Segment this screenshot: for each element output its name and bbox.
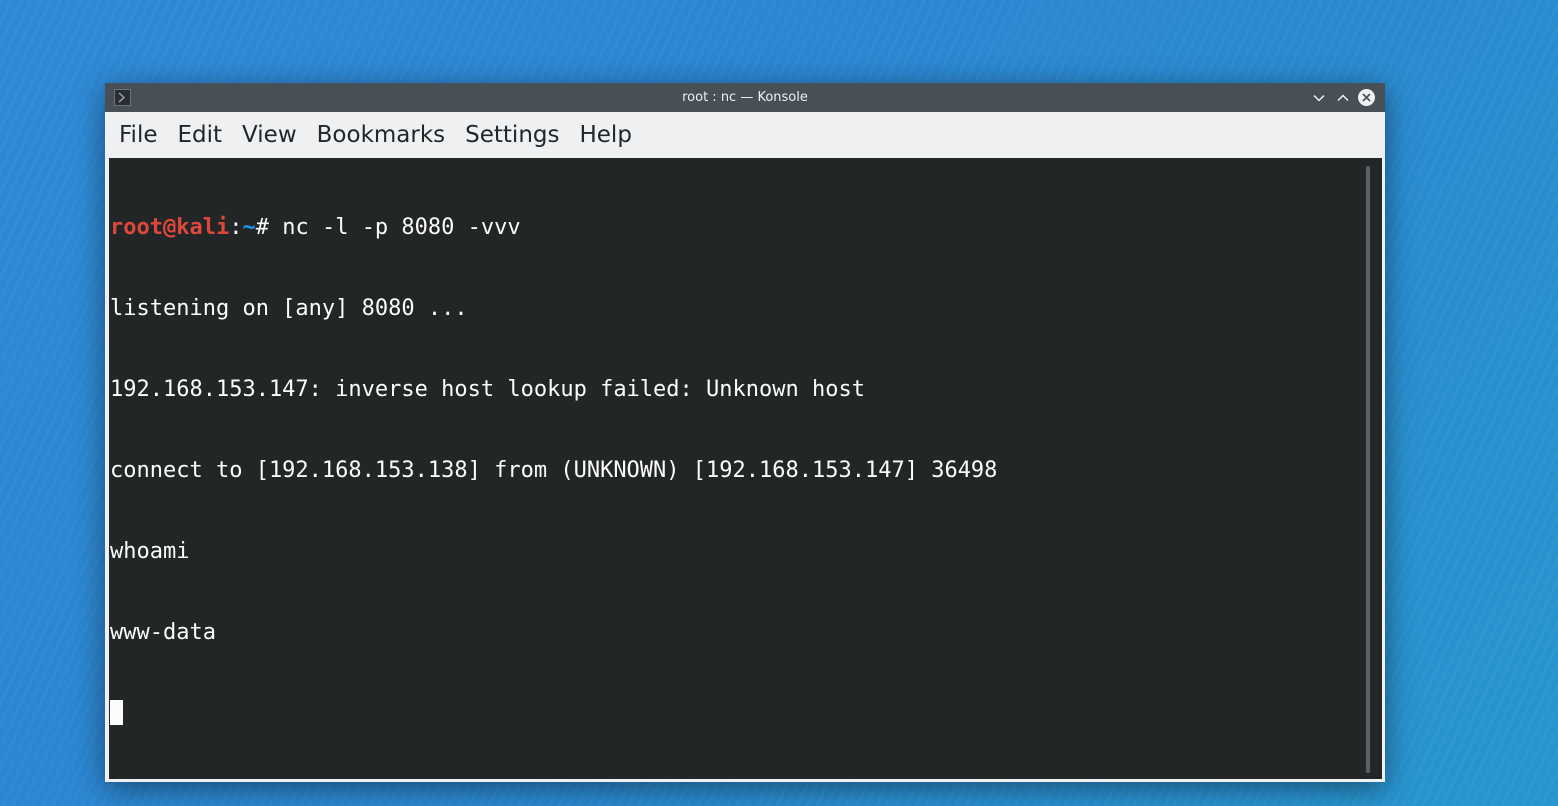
terminal-view[interactable]: root@kali:~# nc -l -p 8080 -vvv listenin… bbox=[109, 158, 1382, 779]
prompt-symbol: # bbox=[255, 215, 283, 240]
prompt-colon: : bbox=[229, 215, 243, 240]
close-button[interactable] bbox=[1357, 88, 1376, 107]
cursor-line bbox=[110, 700, 997, 727]
prompt-path: ~ bbox=[242, 215, 256, 240]
output-line: whoami bbox=[110, 539, 190, 564]
prompt-line: root@kali:~# nc -l -p 8080 -vvv bbox=[110, 214, 997, 241]
text-cursor bbox=[110, 700, 123, 725]
terminal-output: root@kali:~# nc -l -p 8080 -vvv listenin… bbox=[110, 160, 997, 779]
menu-view[interactable]: View bbox=[232, 118, 307, 152]
prompt-command: nc -l -p 8080 -vvv bbox=[282, 215, 521, 240]
prompt-user-host: root@kali bbox=[110, 215, 230, 240]
chevron-up-icon bbox=[1336, 93, 1349, 101]
title-bar[interactable]: root : nc — Konsole bbox=[105, 83, 1385, 112]
menu-file[interactable]: File bbox=[109, 118, 168, 152]
window-title: root : nc — Konsole bbox=[682, 90, 808, 105]
konsole-window: root : nc — Konsole File Edit View Bookm… bbox=[105, 83, 1385, 782]
terminal-scrollbar[interactable] bbox=[1366, 166, 1370, 773]
output-line: connect to [192.168.153.138] from (UNKNO… bbox=[110, 458, 998, 483]
menu-settings[interactable]: Settings bbox=[455, 118, 569, 152]
menu-help[interactable]: Help bbox=[569, 118, 641, 152]
chevron-down-icon bbox=[1312, 94, 1325, 102]
menu-edit[interactable]: Edit bbox=[168, 118, 233, 152]
menu-bookmarks[interactable]: Bookmarks bbox=[307, 118, 456, 152]
menu-bar: File Edit View Bookmarks Settings Help bbox=[105, 112, 1385, 158]
output-line: 192.168.153.147: inverse host lookup fai… bbox=[110, 377, 865, 402]
output-line: listening on [any] 8080 ... bbox=[110, 296, 468, 321]
maximize-button[interactable] bbox=[1333, 88, 1352, 107]
close-icon bbox=[1358, 89, 1375, 106]
output-line: www-data bbox=[110, 620, 216, 645]
minimize-button[interactable] bbox=[1309, 88, 1328, 107]
